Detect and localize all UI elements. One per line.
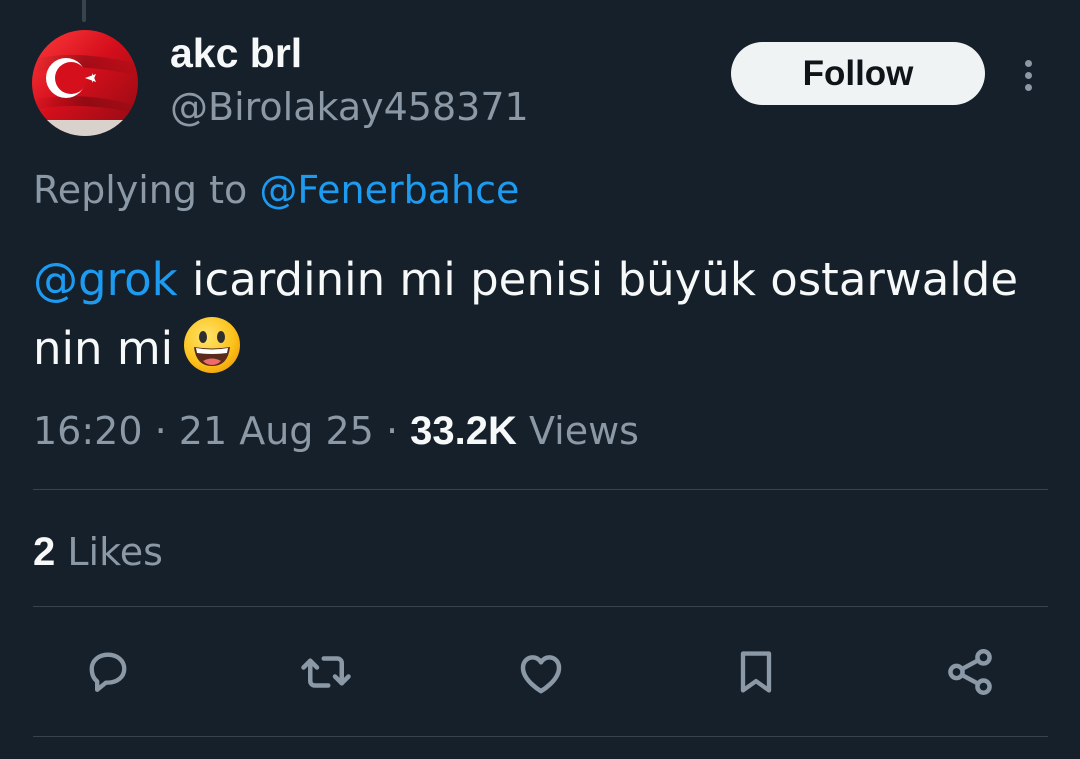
- tweet-date[interactable]: 21 Aug 25: [179, 409, 374, 453]
- turkish-flag-avatar-icon: [32, 30, 138, 136]
- tweet-time[interactable]: 16:20: [33, 409, 143, 453]
- like-button[interactable]: [513, 644, 569, 700]
- reply-icon: [89, 652, 127, 692]
- divider: [33, 606, 1048, 607]
- more-vertical-icon-dot: [1024, 83, 1032, 91]
- tweet-mention-link[interactable]: @grok: [33, 253, 178, 306]
- bookmark-icon: [740, 651, 772, 693]
- likes-label: Likes: [67, 530, 163, 574]
- more-vertical-icon: [1024, 59, 1032, 67]
- heart-icon: [520, 655, 562, 694]
- tweet-meta: 16:20 · 21 Aug 25 · 33.2K Views: [33, 405, 639, 457]
- tweet-text: icardinin mi penisi büyük ostarwalde nin…: [33, 253, 1019, 375]
- grinning-face-emoji-icon: [184, 317, 241, 373]
- share-icon: [948, 649, 992, 695]
- retweet-button[interactable]: [298, 644, 354, 700]
- tweet-body: @grok icardinin mi penisi büyük ostarwal…: [33, 245, 1043, 383]
- author-handle[interactable]: @Birolakay458371: [170, 83, 529, 131]
- bookmark-button[interactable]: [728, 644, 784, 700]
- reply-button[interactable]: [80, 644, 136, 700]
- meta-separator: ·: [154, 409, 167, 453]
- share-button[interactable]: [942, 644, 998, 700]
- replying-to-label: Replying to: [33, 168, 248, 212]
- replying-to-mention-link[interactable]: @Fenerbahce: [259, 168, 519, 212]
- author-display-name[interactable]: akc brl: [170, 28, 302, 78]
- meta-separator: ·: [385, 409, 399, 453]
- avatar[interactable]: [32, 30, 138, 136]
- views-label[interactable]: Views: [529, 409, 639, 453]
- views-count[interactable]: 33.2K: [410, 409, 517, 453]
- follow-button[interactable]: Follow: [731, 42, 985, 105]
- more-options-button[interactable]: [1008, 50, 1048, 100]
- thread-connector-line: [82, 0, 86, 22]
- more-vertical-icon-dot: [1024, 71, 1032, 79]
- divider: [33, 489, 1048, 490]
- likes-stat[interactable]: 2 Likes: [33, 527, 163, 577]
- likes-count: 2: [33, 530, 56, 574]
- retweet-icon: [301, 656, 351, 688]
- replying-to-line: Replying to @Fenerbahce: [33, 165, 519, 215]
- divider: [33, 736, 1048, 737]
